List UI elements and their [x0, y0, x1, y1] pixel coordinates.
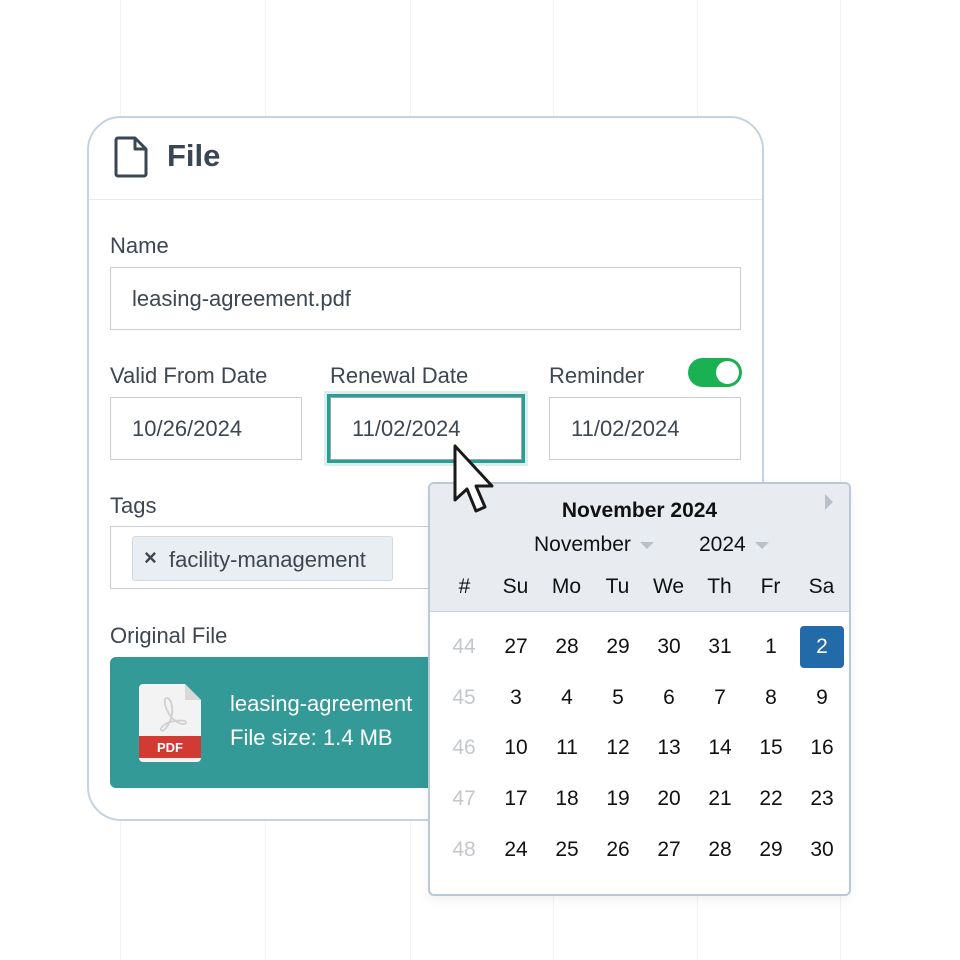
- original-file-label: Original File: [110, 623, 228, 648]
- calendar-day[interactable]: 27: [494, 626, 538, 668]
- reminder-toggle[interactable]: [688, 358, 742, 387]
- calendar-day[interactable]: 3: [494, 677, 538, 719]
- tag-label: facility-management: [169, 547, 366, 572]
- weekday-header: Su: [502, 575, 529, 598]
- chevron-down-icon: [754, 541, 769, 549]
- calendar-day[interactable]: 16: [800, 727, 844, 769]
- tag-chip: × facility-management: [132, 536, 393, 581]
- week-number: 48: [452, 838, 476, 861]
- calendar-day[interactable]: 13: [647, 727, 691, 769]
- calendar-day[interactable]: 6: [647, 677, 691, 719]
- valid-from-label: Valid From Date: [110, 363, 268, 388]
- calendar-day[interactable]: 10: [494, 727, 538, 769]
- name-label: Name: [110, 233, 169, 258]
- calendar-day[interactable]: 26: [596, 829, 640, 871]
- calendar-day[interactable]: 18: [545, 778, 589, 820]
- weekday-header: Sa: [808, 575, 835, 598]
- document-icon: [114, 136, 148, 178]
- week-number: 44: [452, 635, 476, 658]
- reminder-label: Reminder: [549, 363, 645, 388]
- calendar-day[interactable]: 25: [545, 829, 589, 871]
- calendar-day[interactable]: 22: [749, 778, 793, 820]
- calendar-day[interactable]: 28: [545, 626, 589, 668]
- calendar-day[interactable]: 17: [494, 778, 538, 820]
- week-number: 47: [452, 787, 476, 810]
- reminder-date-input[interactable]: 11/02/2024: [549, 397, 741, 460]
- calendar-day[interactable]: 21: [698, 778, 742, 820]
- calendar-day[interactable]: 28: [698, 829, 742, 871]
- valid-from-date-input[interactable]: 10/26/2024: [110, 397, 302, 460]
- card-title: File: [167, 138, 221, 173]
- calendar-day-selected[interactable]: 2: [800, 626, 844, 668]
- calendar-day[interactable]: 12: [596, 727, 640, 769]
- calendar-day[interactable]: 19: [596, 778, 640, 820]
- calendar-day[interactable]: 20: [647, 778, 691, 820]
- year-select[interactable]: 2024: [699, 533, 769, 557]
- month-select-value: November: [534, 533, 631, 556]
- weekday-header: Mo: [551, 575, 582, 598]
- mouse-pointer-icon: [453, 444, 494, 513]
- calendar-day[interactable]: 11: [545, 727, 589, 769]
- file-name: leasing-agreement: [230, 691, 413, 716]
- calendar-day[interactable]: 14: [698, 727, 742, 769]
- calendar-day[interactable]: 29: [749, 829, 793, 871]
- toggle-knob: [716, 361, 739, 384]
- chevron-down-icon: [639, 541, 654, 549]
- pdf-file-icon: PDF: [139, 684, 201, 762]
- pdf-badge-text: PDF: [157, 740, 183, 755]
- next-month-icon[interactable]: [825, 494, 833, 510]
- renewal-date-label: Renewal Date: [330, 363, 469, 388]
- calendar-day[interactable]: 4: [545, 677, 589, 719]
- weekday-header: Th: [707, 575, 732, 598]
- calendar-day[interactable]: 7: [698, 677, 742, 719]
- calendar-day[interactable]: 15: [749, 727, 793, 769]
- calendar-day[interactable]: 27: [647, 829, 691, 871]
- calendar-day[interactable]: 23: [800, 778, 844, 820]
- calendar-day[interactable]: 24: [494, 829, 538, 871]
- year-select-value: 2024: [699, 533, 746, 556]
- file-size: File size: 1.4 MB: [230, 725, 393, 750]
- calendar-day[interactable]: 1: [749, 626, 793, 668]
- card-header: File: [89, 118, 762, 200]
- calendar-day[interactable]: 30: [800, 829, 844, 871]
- calendar-day[interactable]: 29: [596, 626, 640, 668]
- calendar-day[interactable]: 8: [749, 677, 793, 719]
- calendar-day[interactable]: 5: [596, 677, 640, 719]
- calendar-day[interactable]: 9: [800, 677, 844, 719]
- calendar-day[interactable]: 30: [647, 626, 691, 668]
- tags-label: Tags: [110, 493, 157, 518]
- tag-remove-icon[interactable]: ×: [144, 545, 157, 571]
- week-number: 46: [452, 736, 476, 759]
- date-picker-popup: November 2024 November 2024 # Su Mo Tu We Th…: [428, 482, 851, 896]
- calendar-day[interactable]: 31: [698, 626, 742, 668]
- week-number-header: #: [458, 575, 471, 598]
- month-select[interactable]: November: [534, 533, 654, 557]
- weekday-header: Tu: [605, 575, 630, 598]
- name-input[interactable]: leasing-agreement.pdf: [110, 267, 741, 330]
- weekday-header: We: [652, 575, 685, 598]
- weekday-header: Fr: [760, 575, 781, 598]
- week-number: 45: [452, 686, 476, 709]
